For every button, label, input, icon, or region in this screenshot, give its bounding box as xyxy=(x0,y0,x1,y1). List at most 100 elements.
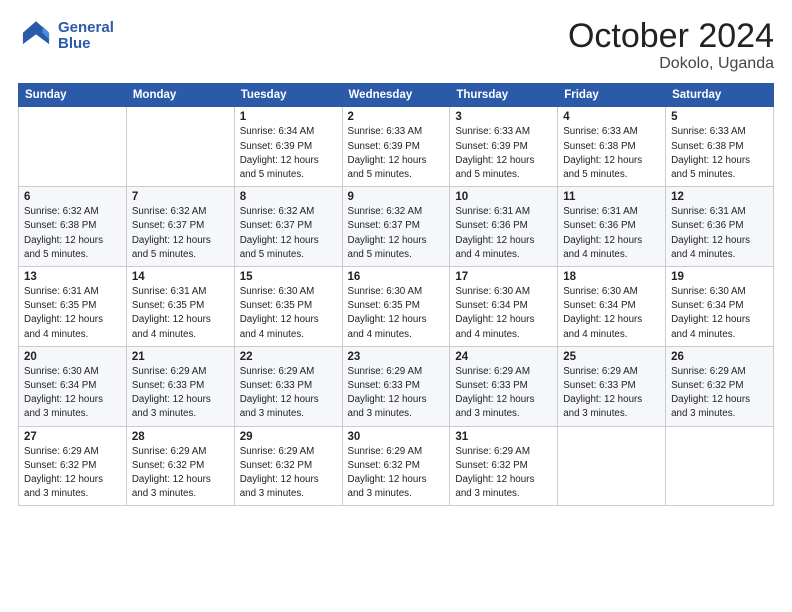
day-info: Sunrise: 6:31 AMSunset: 6:36 PMDaylight:… xyxy=(671,205,768,262)
day-number: 26 xyxy=(671,351,768,363)
day-info: Sunrise: 6:33 AMSunset: 6:39 PMDaylight:… xyxy=(348,125,445,182)
weekday-header-monday: Monday xyxy=(126,84,234,107)
calendar-cell: 7 Sunrise: 6:32 AMSunset: 6:37 PMDaylight… xyxy=(126,187,234,267)
day-info: Sunrise: 6:29 AMSunset: 6:32 PMDaylight:… xyxy=(240,445,337,502)
calendar-cell xyxy=(558,426,666,506)
day-info: Sunrise: 6:30 AMSunset: 6:34 PMDaylight:… xyxy=(563,285,660,342)
day-number: 27 xyxy=(24,431,121,443)
day-info: Sunrise: 6:29 AMSunset: 6:32 PMDaylight:… xyxy=(348,445,445,502)
day-number: 14 xyxy=(132,271,229,283)
calendar-cell xyxy=(126,107,234,187)
calendar-cell: 9Sunrise: 6:32 AMSunset: 6:37 PMDaylight… xyxy=(342,187,450,267)
calendar-cell: 14Sunrise: 6:31 AMSunset: 6:35 PMDayligh… xyxy=(126,267,234,347)
location: Dokolo, Uganda xyxy=(568,55,774,73)
day-info: Sunrise: 6:30 AMSunset: 6:34 PMDaylight:… xyxy=(671,285,768,342)
day-number: 29 xyxy=(240,431,337,443)
day-info: Sunrise: 6:32 AMSunset: 6:37 PMDaylight:… xyxy=(240,205,337,262)
calendar-header: SundayMondayTuesdayWednesdayThursdayFrid… xyxy=(19,84,774,107)
day-info: Sunrise: 6:29 AMSunset: 6:32 PMDaylight:… xyxy=(671,365,768,422)
week-row-1: 6 Sunrise: 6:32 AMSunset: 6:38 PMDaylight… xyxy=(19,187,774,267)
calendar-cell: 25 Sunrise: 6:29 AMSunset: 6:33 PMDayligh… xyxy=(558,346,666,426)
logo-icon xyxy=(18,18,54,54)
weekday-header-row: SundayMondayTuesdayWednesdayThursdayFrid… xyxy=(19,84,774,107)
calendar-body: 1 Sunrise: 6:34 AMSunset: 6:39 PMDaylight… xyxy=(19,107,774,506)
day-info: Sunrise: 6:29 AMSunset: 6:32 PMDaylight:… xyxy=(24,445,121,502)
day-info: Sunrise: 6:33 AMSunset: 6:38 PMDaylight:… xyxy=(671,125,768,182)
calendar-cell: 31 Sunrise: 6:29 AMSunset: 6:32 PMDayligh… xyxy=(450,426,558,506)
calendar-cell: 27 Sunrise: 6:29 AMSunset: 6:32 PMDayligh… xyxy=(19,426,127,506)
calendar-cell: 26 Sunrise: 6:29 AMSunset: 6:32 PMDayligh… xyxy=(666,346,774,426)
day-number: 23 xyxy=(348,351,445,363)
day-number: 18 xyxy=(563,271,660,283)
calendar-cell: 18 Sunrise: 6:30 AMSunset: 6:34 PMDayligh… xyxy=(558,267,666,347)
weekday-header-wednesday: Wednesday xyxy=(342,84,450,107)
weekday-header-sunday: Sunday xyxy=(19,84,127,107)
day-info: Sunrise: 6:33 AMSunset: 6:38 PMDaylight:… xyxy=(563,125,660,182)
logo: General Blue xyxy=(18,18,114,54)
day-number: 16 xyxy=(348,271,445,283)
day-info: Sunrise: 6:32 AMSunset: 6:38 PMDaylight:… xyxy=(24,205,121,262)
calendar-cell: 23 Sunrise: 6:29 AMSunset: 6:33 PMDayligh… xyxy=(342,346,450,426)
day-info: Sunrise: 6:30 AMSunset: 6:35 PMDaylight:… xyxy=(240,285,337,342)
day-number: 11 xyxy=(563,191,660,203)
day-number: 2 xyxy=(348,111,445,123)
day-info: Sunrise: 6:29 AMSunset: 6:33 PMDaylight:… xyxy=(563,365,660,422)
day-info: Sunrise: 6:31 AMSunset: 6:36 PMDaylight:… xyxy=(455,205,552,262)
day-number: 19 xyxy=(671,271,768,283)
day-info: Sunrise: 6:30 AMSunset: 6:34 PMDaylight:… xyxy=(455,285,552,342)
week-row-0: 1 Sunrise: 6:34 AMSunset: 6:39 PMDaylight… xyxy=(19,107,774,187)
calendar-cell: 19 Sunrise: 6:30 AMSunset: 6:34 PMDayligh… xyxy=(666,267,774,347)
weekday-header-tuesday: Tuesday xyxy=(234,84,342,107)
day-number: 15 xyxy=(240,271,337,283)
calendar-cell: 4 Sunrise: 6:33 AMSunset: 6:38 PMDaylight… xyxy=(558,107,666,187)
day-number: 21 xyxy=(132,351,229,363)
weekday-header-thursday: Thursday xyxy=(450,84,558,107)
header: General Blue October 2024 Dokolo, Uganda xyxy=(18,18,774,73)
calendar-cell: 20Sunrise: 6:30 AMSunset: 6:34 PMDayligh… xyxy=(19,346,127,426)
day-number: 4 xyxy=(563,111,660,123)
day-info: Sunrise: 6:32 AMSunset: 6:37 PMDaylight:… xyxy=(132,205,229,262)
month-title: October 2024 xyxy=(568,18,774,55)
day-number: 17 xyxy=(455,271,552,283)
day-info: Sunrise: 6:30 AMSunset: 6:35 PMDaylight:… xyxy=(348,285,445,342)
day-number: 31 xyxy=(455,431,552,443)
calendar-cell xyxy=(666,426,774,506)
day-number: 1 xyxy=(240,111,337,123)
day-info: Sunrise: 6:29 AMSunset: 6:33 PMDaylight:… xyxy=(132,365,229,422)
calendar-cell: 2 Sunrise: 6:33 AMSunset: 6:39 PMDaylight… xyxy=(342,107,450,187)
day-number: 8 xyxy=(240,191,337,203)
day-number: 10 xyxy=(455,191,552,203)
day-number: 7 xyxy=(132,191,229,203)
day-info: Sunrise: 6:29 AMSunset: 6:33 PMDaylight:… xyxy=(348,365,445,422)
calendar-cell: 8 Sunrise: 6:32 AMSunset: 6:37 PMDaylight… xyxy=(234,187,342,267)
day-number: 5 xyxy=(671,111,768,123)
day-number: 30 xyxy=(348,431,445,443)
logo-line2: Blue xyxy=(58,36,114,53)
day-info: Sunrise: 6:29 AMSunset: 6:33 PMDaylight:… xyxy=(455,365,552,422)
calendar-cell: 30 Sunrise: 6:29 AMSunset: 6:32 PMDayligh… xyxy=(342,426,450,506)
calendar-cell: 15 Sunrise: 6:30 AMSunset: 6:35 PMDayligh… xyxy=(234,267,342,347)
calendar-cell: 28 Sunrise: 6:29 AMSunset: 6:32 PMDayligh… xyxy=(126,426,234,506)
day-number: 22 xyxy=(240,351,337,363)
day-number: 6 xyxy=(24,191,121,203)
day-info: Sunrise: 6:30 AMSunset: 6:34 PMDaylight:… xyxy=(24,365,121,422)
day-number: 9 xyxy=(348,191,445,203)
day-info: Sunrise: 6:31 AMSunset: 6:35 PMDaylight:… xyxy=(24,285,121,342)
weekday-header-saturday: Saturday xyxy=(666,84,774,107)
calendar-cell: 21 Sunrise: 6:29 AMSunset: 6:33 PMDayligh… xyxy=(126,346,234,426)
calendar-table: SundayMondayTuesdayWednesdayThursdayFrid… xyxy=(18,83,774,506)
calendar-cell: 11Sunrise: 6:31 AMSunset: 6:36 PMDayligh… xyxy=(558,187,666,267)
day-number: 13 xyxy=(24,271,121,283)
logo-text: General Blue xyxy=(58,20,114,53)
day-info: Sunrise: 6:29 AMSunset: 6:32 PMDaylight:… xyxy=(455,445,552,502)
day-info: Sunrise: 6:29 AMSunset: 6:32 PMDaylight:… xyxy=(132,445,229,502)
title-block: October 2024 Dokolo, Uganda xyxy=(568,18,774,73)
day-number: 25 xyxy=(563,351,660,363)
day-number: 28 xyxy=(132,431,229,443)
week-row-3: 20Sunrise: 6:30 AMSunset: 6:34 PMDayligh… xyxy=(19,346,774,426)
week-row-4: 27 Sunrise: 6:29 AMSunset: 6:32 PMDayligh… xyxy=(19,426,774,506)
day-number: 24 xyxy=(455,351,552,363)
day-info: Sunrise: 6:34 AMSunset: 6:39 PMDaylight:… xyxy=(240,125,337,182)
calendar-cell: 3Sunrise: 6:33 AMSunset: 6:39 PMDaylight… xyxy=(450,107,558,187)
calendar-cell: 13 Sunrise: 6:31 AMSunset: 6:35 PMDayligh… xyxy=(19,267,127,347)
